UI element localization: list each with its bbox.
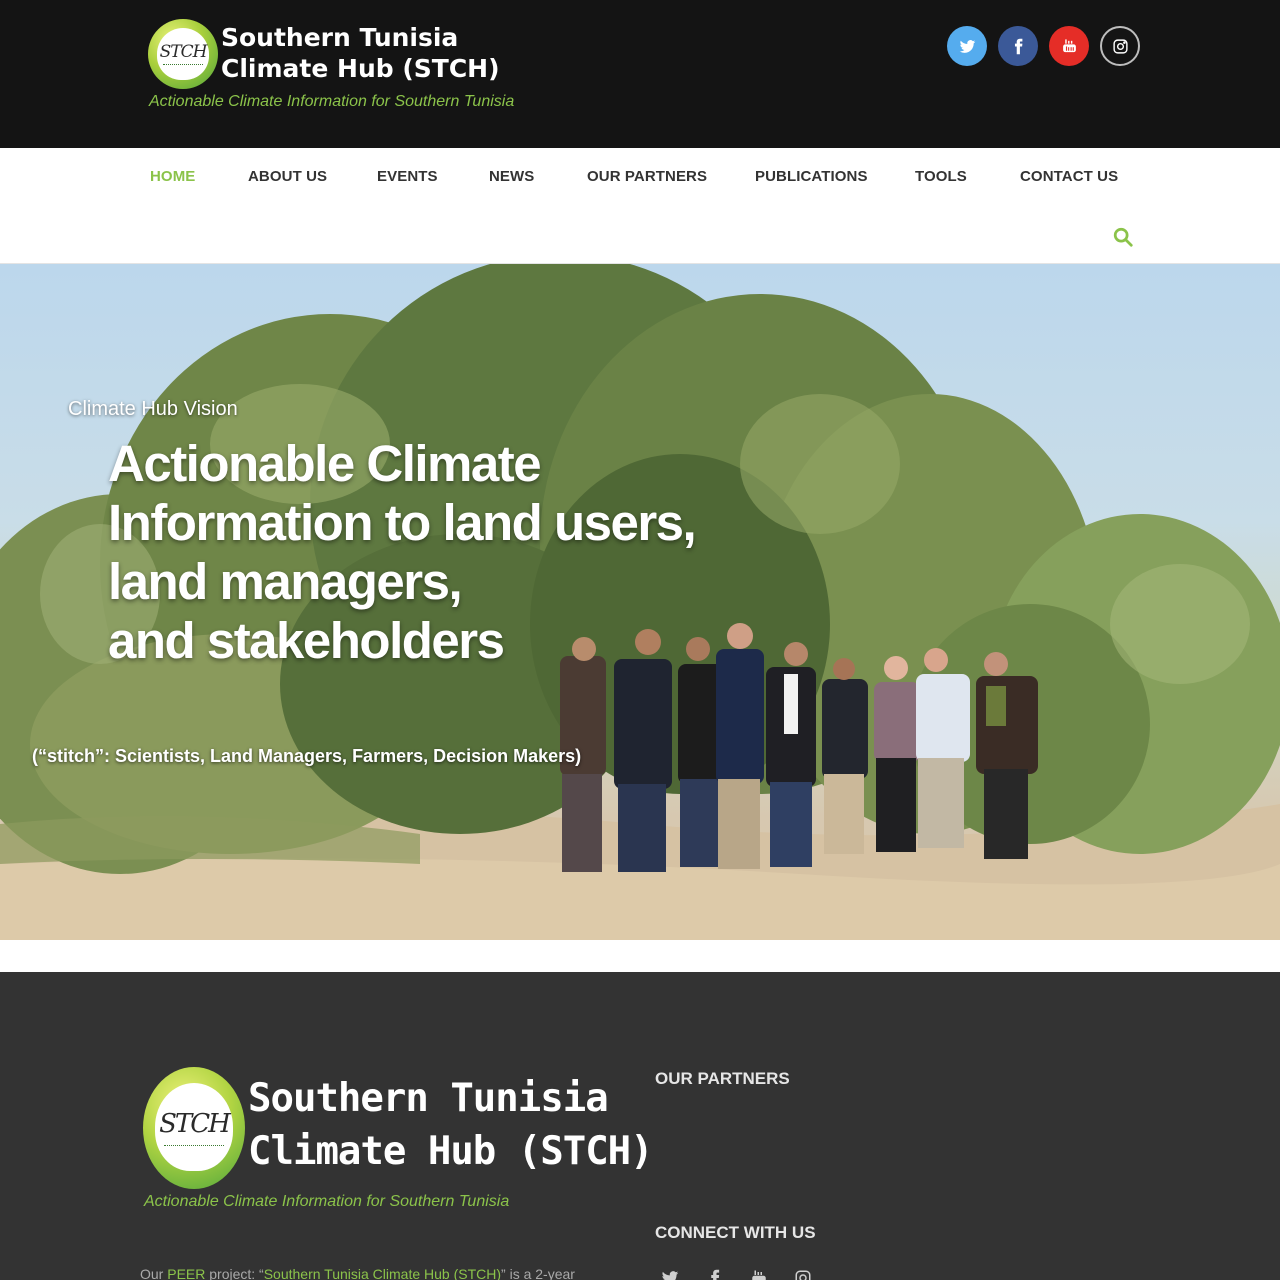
site-title[interactable]: Southern Tunisia Climate Hub (STCH)	[221, 22, 500, 84]
twitter-icon	[959, 39, 975, 53]
footer-site-title: Southern Tunisia Climate Hub (STCH)	[248, 1072, 654, 1178]
twitter-icon	[662, 1271, 679, 1280]
about-suffix: ” is a 2-year	[501, 1266, 575, 1280]
footer-tagline: Actionable Climate Information for South…	[144, 1193, 510, 1210]
hero-subtitle: (“stitch”: Scientists, Land Managers, Fa…	[32, 746, 582, 766]
nav-home[interactable]: HOME	[150, 168, 195, 185]
section-spacer	[0, 940, 1280, 972]
instagram-button[interactable]	[1100, 26, 1140, 66]
hero-headline-line4: and stakeholders	[108, 612, 505, 669]
hero-headline-line2: Information to land users,	[108, 494, 697, 551]
nav-our-partners[interactable]: OUR PARTNERS	[587, 168, 707, 185]
hero-headline-line3: land managers,	[108, 553, 463, 610]
footer-title-line2: Climate Hub (STCH)	[248, 1129, 654, 1174]
facebook-button[interactable]	[998, 26, 1038, 66]
facebook-icon	[711, 1269, 720, 1280]
footer-about-text: Our PEER project: “Southern Tunisia Clim…	[140, 1266, 575, 1280]
footer-title-line1: Southern Tunisia	[248, 1076, 609, 1121]
stch-logo-icon[interactable]: STCH	[148, 19, 218, 89]
facebook-icon	[1014, 38, 1022, 54]
hero-banner: Climate Hub Vision Actionable Climate In…	[0, 264, 1280, 940]
hero-headline: Actionable Climate Information to land u…	[108, 434, 768, 670]
footer-twitter-button[interactable]	[657, 1268, 683, 1280]
site-tagline: Actionable Climate Information for South…	[149, 93, 515, 110]
site-title-line2: Climate Hub (STCH)	[221, 54, 500, 83]
instagram-icon	[1112, 38, 1128, 54]
main-navigation: HOME ABOUT US EVENTS NEWS OUR PARTNERS P…	[0, 148, 1280, 264]
youtube-button[interactable]	[1049, 26, 1089, 66]
site-footer: STCH Southern Tunisia Climate Hub (STCH)…	[0, 972, 1280, 1280]
logo-mark: STCH	[159, 42, 208, 62]
footer-connect-heading: CONNECT WITH US	[655, 1223, 816, 1242]
hero-headline-line1: Actionable Climate	[108, 435, 542, 492]
about-middle: project: “	[205, 1266, 264, 1280]
peer-link[interactable]: PEER	[167, 1266, 205, 1280]
youtube-icon	[1062, 38, 1076, 52]
nav-tools[interactable]: TOOLS	[915, 168, 967, 185]
instagram-icon	[795, 1270, 811, 1280]
stch-project-link[interactable]: Southern Tunisia Climate Hub (STCH)	[264, 1266, 501, 1280]
about-prefix: Our	[140, 1266, 168, 1280]
footer-youtube-button[interactable]	[746, 1268, 772, 1280]
footer-facebook-button[interactable]	[702, 1268, 728, 1280]
footer-stch-logo-icon[interactable]: STCH	[143, 1067, 245, 1189]
nav-publications[interactable]: PUBLICATIONS	[755, 168, 868, 185]
footer-logo-mark: STCH	[159, 1109, 231, 1139]
footer-instagram-button[interactable]	[790, 1268, 816, 1280]
site-title-line1: Southern Tunisia	[221, 23, 459, 52]
nav-news[interactable]: NEWS	[489, 168, 534, 185]
footer-partners-heading: OUR PARTNERS	[655, 1069, 790, 1088]
youtube-icon	[752, 1270, 766, 1280]
twitter-button[interactable]	[947, 26, 987, 66]
site-header: STCH Southern Tunisia Climate Hub (STCH)…	[0, 0, 1280, 148]
search-icon[interactable]	[1112, 226, 1134, 248]
nav-about-us[interactable]: ABOUT US	[248, 168, 327, 185]
hero-eyebrow: Climate Hub Vision	[68, 398, 238, 420]
nav-contact-us[interactable]: CONTACT US	[1020, 168, 1118, 185]
nav-events[interactable]: EVENTS	[377, 168, 438, 185]
